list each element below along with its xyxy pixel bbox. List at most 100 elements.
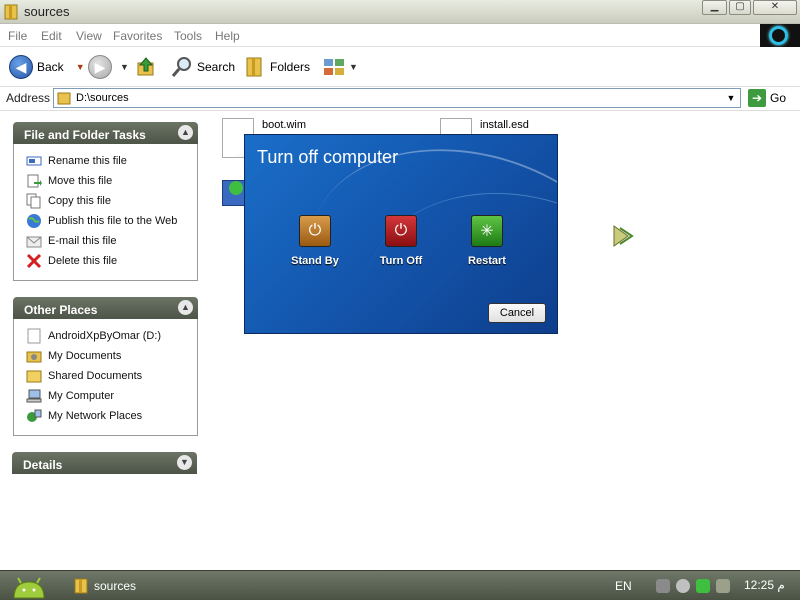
go-label: Go [770, 91, 787, 105]
collapse-icon[interactable]: ▲ [178, 300, 193, 315]
folder-icon [57, 92, 71, 105]
android-logo-icon [13, 577, 45, 599]
go-button[interactable]: ➔ Go [748, 89, 786, 107]
restart-icon: ✳ [471, 215, 503, 247]
views-dropdown-icon[interactable]: ▼ [349, 62, 358, 72]
go-arrow-icon: ➔ [748, 89, 766, 107]
drive-icon [27, 328, 41, 344]
volume-tray-icon[interactable] [675, 579, 690, 593]
task-delete-label: Delete this file [48, 255, 118, 267]
details-header[interactable]: Details ▼ [12, 452, 197, 474]
turn-off-dialog: Turn off computer ⏻ Stand By ⏻ Turn Off … [244, 134, 558, 334]
restart-button[interactable]: ✳ Restart [457, 215, 517, 267]
title-bar[interactable]: sources ▁ ▢ ✕ [0, 0, 800, 24]
back-arrow-icon: ◀ [9, 55, 33, 79]
address-bar: Address D:\sources ▼ ➔ Go [0, 87, 800, 111]
clock: 12:25 م [744, 578, 785, 592]
copy-icon [26, 193, 41, 209]
stand-by-icon: ⏻ [299, 215, 331, 247]
taskbar-task-sources[interactable]: sources [70, 574, 230, 598]
maximize-button[interactable]: ▢ [729, 0, 751, 15]
address-dropdown-icon[interactable]: ▼ [724, 90, 738, 106]
rename-icon [26, 156, 42, 166]
task-move[interactable]: Move this file [26, 172, 112, 190]
place-network-label: My Network Places [48, 410, 143, 422]
task-email-label: E-mail this file [48, 235, 117, 247]
selected-file-icon[interactable] [222, 180, 246, 206]
place-my-documents[interactable]: My Documents [26, 347, 121, 365]
details-panel: Details ▼ [12, 452, 198, 475]
task-delete[interactable]: Delete this file [26, 252, 117, 270]
network-icon [27, 409, 42, 422]
cancel-button[interactable]: Cancel [488, 303, 546, 323]
forward-button[interactable]: ▶ ▼ [88, 53, 129, 81]
security-tray-icon[interactable] [695, 579, 710, 593]
menu-favorites[interactable]: Favorites [113, 29, 162, 43]
details-title: Details [23, 458, 63, 472]
place-shared-documents-label: Shared Documents [48, 370, 143, 382]
other-places-panel: Other Places ▲ AndroidXpByOmar (D:) My D… [13, 297, 198, 436]
stand-by-button[interactable]: ⏻ Stand By [285, 215, 345, 267]
folders-button[interactable]: Folders [244, 53, 310, 81]
task-copy[interactable]: Copy this file [26, 192, 111, 210]
move-icon [27, 174, 42, 188]
language-indicator[interactable]: EN [615, 579, 632, 593]
toolbar: ◀ Back ▼ ▶ ▼ Search Folders ▼ [0, 47, 800, 87]
taskbar-task-label: sources [94, 579, 137, 593]
email-icon [26, 236, 42, 248]
menu-bar: File Edit View Favorites Tools Help [0, 24, 760, 47]
search-label: Search [197, 60, 236, 74]
turn-off-button[interactable]: ⏻ Turn Off [371, 215, 431, 267]
task-rename-label: Rename this file [48, 155, 127, 167]
place-network[interactable]: My Network Places [26, 407, 142, 425]
computer-icon [26, 389, 42, 403]
place-my-documents-label: My Documents [48, 350, 122, 362]
task-publish[interactable]: Publish this file to the Web [26, 212, 177, 230]
menu-help[interactable]: Help [215, 29, 240, 43]
menu-view[interactable]: View [76, 29, 102, 43]
minimize-button[interactable]: ▁ [702, 0, 727, 15]
network-tray-icon[interactable] [655, 579, 670, 593]
usb-tray-icon[interactable] [715, 579, 730, 593]
up-button[interactable] [135, 53, 157, 81]
shared-folder-icon [26, 370, 42, 383]
globe-icon [27, 214, 41, 228]
back-label: Back [37, 60, 64, 74]
windows-logo-icon [760, 24, 800, 47]
delete-icon [26, 253, 42, 269]
power-icon: ⏻ [385, 215, 417, 247]
address-value: D:\sources [76, 92, 129, 104]
other-places-title: Other Places [24, 303, 98, 317]
back-button[interactable]: ◀ Back ▼ [9, 53, 85, 81]
task-rename[interactable]: Rename this file [26, 152, 127, 170]
menu-edit[interactable]: Edit [41, 29, 62, 43]
address-field[interactable]: D:\sources ▼ [53, 88, 741, 108]
address-label: Address [6, 91, 51, 105]
start-button[interactable] [6, 572, 52, 600]
collapse-icon[interactable]: ▲ [178, 125, 193, 140]
back-dropdown-icon[interactable]: ▼ [76, 62, 85, 72]
close-button[interactable]: ✕ [753, 0, 797, 15]
place-drive-d-label: AndroidXpByOmar (D:) [48, 330, 162, 342]
place-shared-documents[interactable]: Shared Documents [26, 367, 142, 385]
setup-icon[interactable] [610, 222, 636, 250]
task-publish-label: Publish this file to the Web [48, 215, 178, 227]
file-folder-tasks-header[interactable]: File and Folder Tasks ▲ [13, 122, 198, 144]
file-folder-tasks-panel: File and Folder Tasks ▲ Rename this file… [13, 122, 198, 281]
folder-icon [74, 578, 88, 594]
folders-icon [246, 57, 262, 77]
place-drive-d[interactable]: AndroidXpByOmar (D:) [26, 327, 161, 345]
menu-tools[interactable]: Tools [174, 29, 202, 43]
forward-dropdown-icon[interactable]: ▼ [120, 62, 129, 72]
menu-file[interactable]: File [8, 29, 27, 43]
expand-icon[interactable]: ▼ [177, 455, 192, 470]
views-button[interactable]: ▼ [323, 53, 358, 81]
forward-arrow-icon: ▶ [88, 55, 112, 79]
dialog-title: Turn off computer [257, 147, 399, 167]
search-button[interactable]: Search [171, 53, 235, 81]
file-folder-tasks-title: File and Folder Tasks [24, 128, 146, 142]
other-places-header[interactable]: Other Places ▲ [13, 297, 198, 319]
system-tray: EN [615, 571, 730, 601]
place-my-computer[interactable]: My Computer [26, 387, 114, 405]
task-email[interactable]: E-mail this file [26, 232, 116, 250]
